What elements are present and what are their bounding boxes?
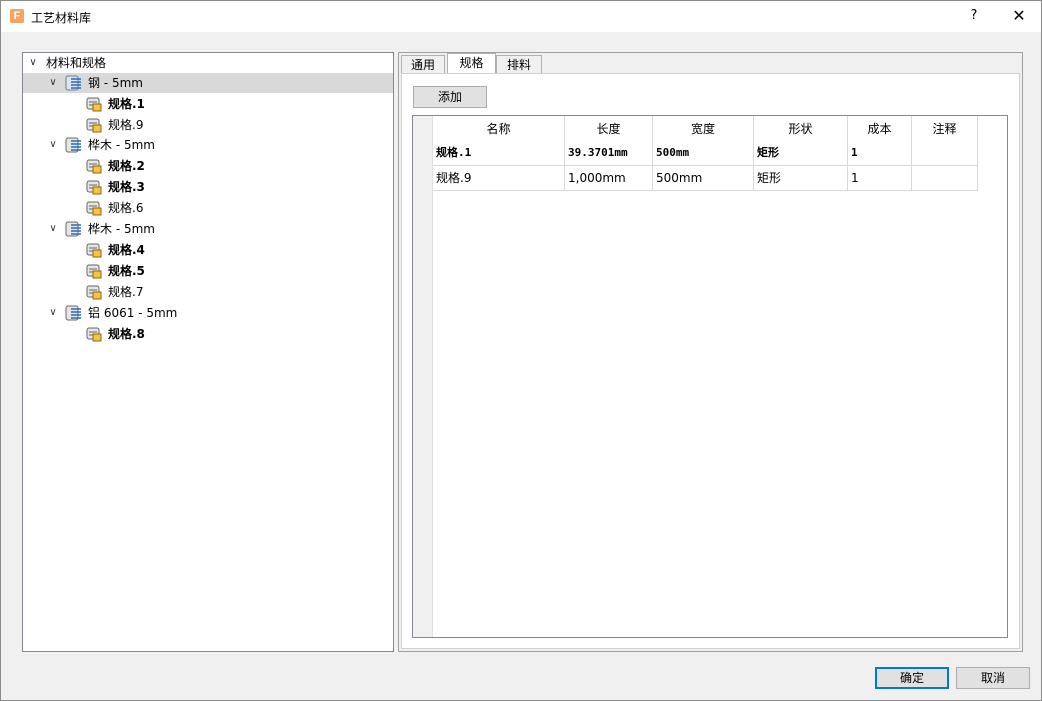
tree-item-material[interactable]: ∨ 桦木 - 5mm: [23, 219, 393, 239]
spec-icon: [86, 285, 102, 300]
spec-label: 规格.9: [108, 118, 144, 132]
table-cell-cost[interactable]: 1: [848, 166, 912, 191]
tree-item-spec[interactable]: 规格.7: [23, 282, 393, 302]
ok-button[interactable]: 确定: [875, 667, 949, 689]
tab-general[interactable]: 通用: [401, 55, 445, 74]
add-button[interactable]: 添加: [413, 86, 487, 108]
spec-label: 规格.1: [108, 97, 145, 111]
tree-item-spec[interactable]: 规格.5: [23, 261, 393, 281]
column-header-notes[interactable]: 注释: [912, 116, 978, 143]
tree-root[interactable]: ∨ 材料和规格: [23, 53, 393, 73]
column-header-shape[interactable]: 形状: [754, 116, 848, 143]
tree-item-spec[interactable]: 规格.6: [23, 198, 393, 218]
tree-item-spec[interactable]: 规格.9: [23, 115, 393, 135]
cancel-button[interactable]: 取消: [956, 667, 1030, 689]
material-label: 铝 6061 - 5mm: [88, 306, 178, 320]
chevron-down-icon[interactable]: ∨: [47, 303, 59, 323]
table-cell-length[interactable]: 39.3701mm: [565, 141, 653, 166]
dialog-window: F 工艺材料库 ? ✕ ∨ 材料和规格 ∨ 钢 - 5mm 规格.1 规格.9 …: [0, 0, 1042, 701]
material-icon: [65, 221, 81, 237]
column-header-name[interactable]: 名称: [433, 116, 565, 143]
spec-icon: [86, 201, 102, 216]
help-button[interactable]: ?: [963, 5, 985, 27]
material-tree[interactable]: ∨ 材料和规格 ∨ 钢 - 5mm 规格.1 规格.9 ∨ 桦木 - 5mm 规…: [22, 52, 394, 652]
close-button[interactable]: ✕: [1007, 5, 1031, 27]
spec-label: 规格.4: [108, 243, 145, 257]
window-title: 工艺材料库: [31, 11, 92, 25]
tree-item-material[interactable]: ∨ 铝 6061 - 5mm: [23, 303, 393, 323]
tab-specs[interactable]: 规格: [447, 53, 496, 74]
table-cell-name[interactable]: 规格.9: [433, 166, 565, 191]
spec-icon: [86, 180, 102, 195]
specs-table[interactable]: 名称 长度 宽度 形状 成本 注释 规格.1 39.3701mm 500mm 矩…: [412, 115, 1008, 638]
app-logo-icon: F: [10, 9, 24, 23]
column-header-length[interactable]: 长度: [565, 116, 653, 143]
table-cell-notes[interactable]: [912, 141, 978, 166]
tree-item-spec[interactable]: 规格.4: [23, 240, 393, 260]
table-cell-shape[interactable]: 矩形: [754, 166, 848, 191]
specs-tab-content: 添加 名称 长度 宽度 形状 成本 注释 规格.1 39.3701mm 500m…: [401, 73, 1020, 649]
chevron-down-icon[interactable]: ∨: [47, 219, 59, 239]
detail-panel: 通用 规格 排料 添加 名称 长度 宽度 形状 成本 注释 规格.1 39.37…: [398, 52, 1023, 652]
table-cell-shape[interactable]: 矩形: [754, 141, 848, 166]
spec-label: 规格.5: [108, 264, 145, 278]
table-cell-length[interactable]: 1,000mm: [565, 166, 653, 191]
material-icon: [65, 305, 81, 321]
spec-icon: [86, 243, 102, 258]
material-icon: [65, 75, 81, 91]
table-cell-name[interactable]: 规格.1: [433, 141, 565, 166]
spec-label: 规格.3: [108, 180, 145, 194]
spec-icon: [86, 118, 102, 133]
title-bar: F 工艺材料库 ? ✕: [1, 1, 1041, 32]
material-label: 桦木 - 5mm: [88, 138, 155, 152]
tree-root-label: 材料和规格: [46, 56, 107, 70]
chevron-down-icon[interactable]: ∨: [27, 53, 39, 73]
specs-table-body: 名称 长度 宽度 形状 成本 注释 规格.1 39.3701mm 500mm 矩…: [433, 116, 1007, 637]
row-header-column: [413, 116, 433, 637]
spec-label: 规格.8: [108, 327, 145, 341]
spec-label: 规格.6: [108, 201, 144, 215]
tree-item-spec[interactable]: 规格.8: [23, 324, 393, 344]
tree-item-material[interactable]: ∨ 钢 - 5mm: [23, 73, 393, 93]
material-icon: [65, 137, 81, 153]
material-label: 钢 - 5mm: [88, 76, 143, 90]
tree-item-spec[interactable]: 规格.1: [23, 94, 393, 114]
column-header-width[interactable]: 宽度: [653, 116, 754, 143]
spec-icon: [86, 327, 102, 342]
chevron-down-icon[interactable]: ∨: [47, 135, 59, 155]
spec-label: 规格.7: [108, 285, 144, 299]
tree-item-material[interactable]: ∨ 桦木 - 5mm: [23, 135, 393, 155]
spec-icon: [86, 264, 102, 279]
column-header-cost[interactable]: 成本: [848, 116, 912, 143]
spec-icon: [86, 159, 102, 174]
table-cell-width[interactable]: 500mm: [653, 141, 754, 166]
spec-label: 规格.2: [108, 159, 145, 173]
table-cell-notes[interactable]: [912, 166, 978, 191]
table-cell-cost[interactable]: 1: [848, 141, 912, 166]
tree-item-spec[interactable]: 规格.3: [23, 177, 393, 197]
table-cell-width[interactable]: 500mm: [653, 166, 754, 191]
spec-icon: [86, 97, 102, 112]
material-label: 桦木 - 5mm: [88, 222, 155, 236]
tree-item-spec[interactable]: 规格.2: [23, 156, 393, 176]
tab-nesting[interactable]: 排料: [496, 55, 542, 74]
chevron-down-icon[interactable]: ∨: [47, 73, 59, 93]
